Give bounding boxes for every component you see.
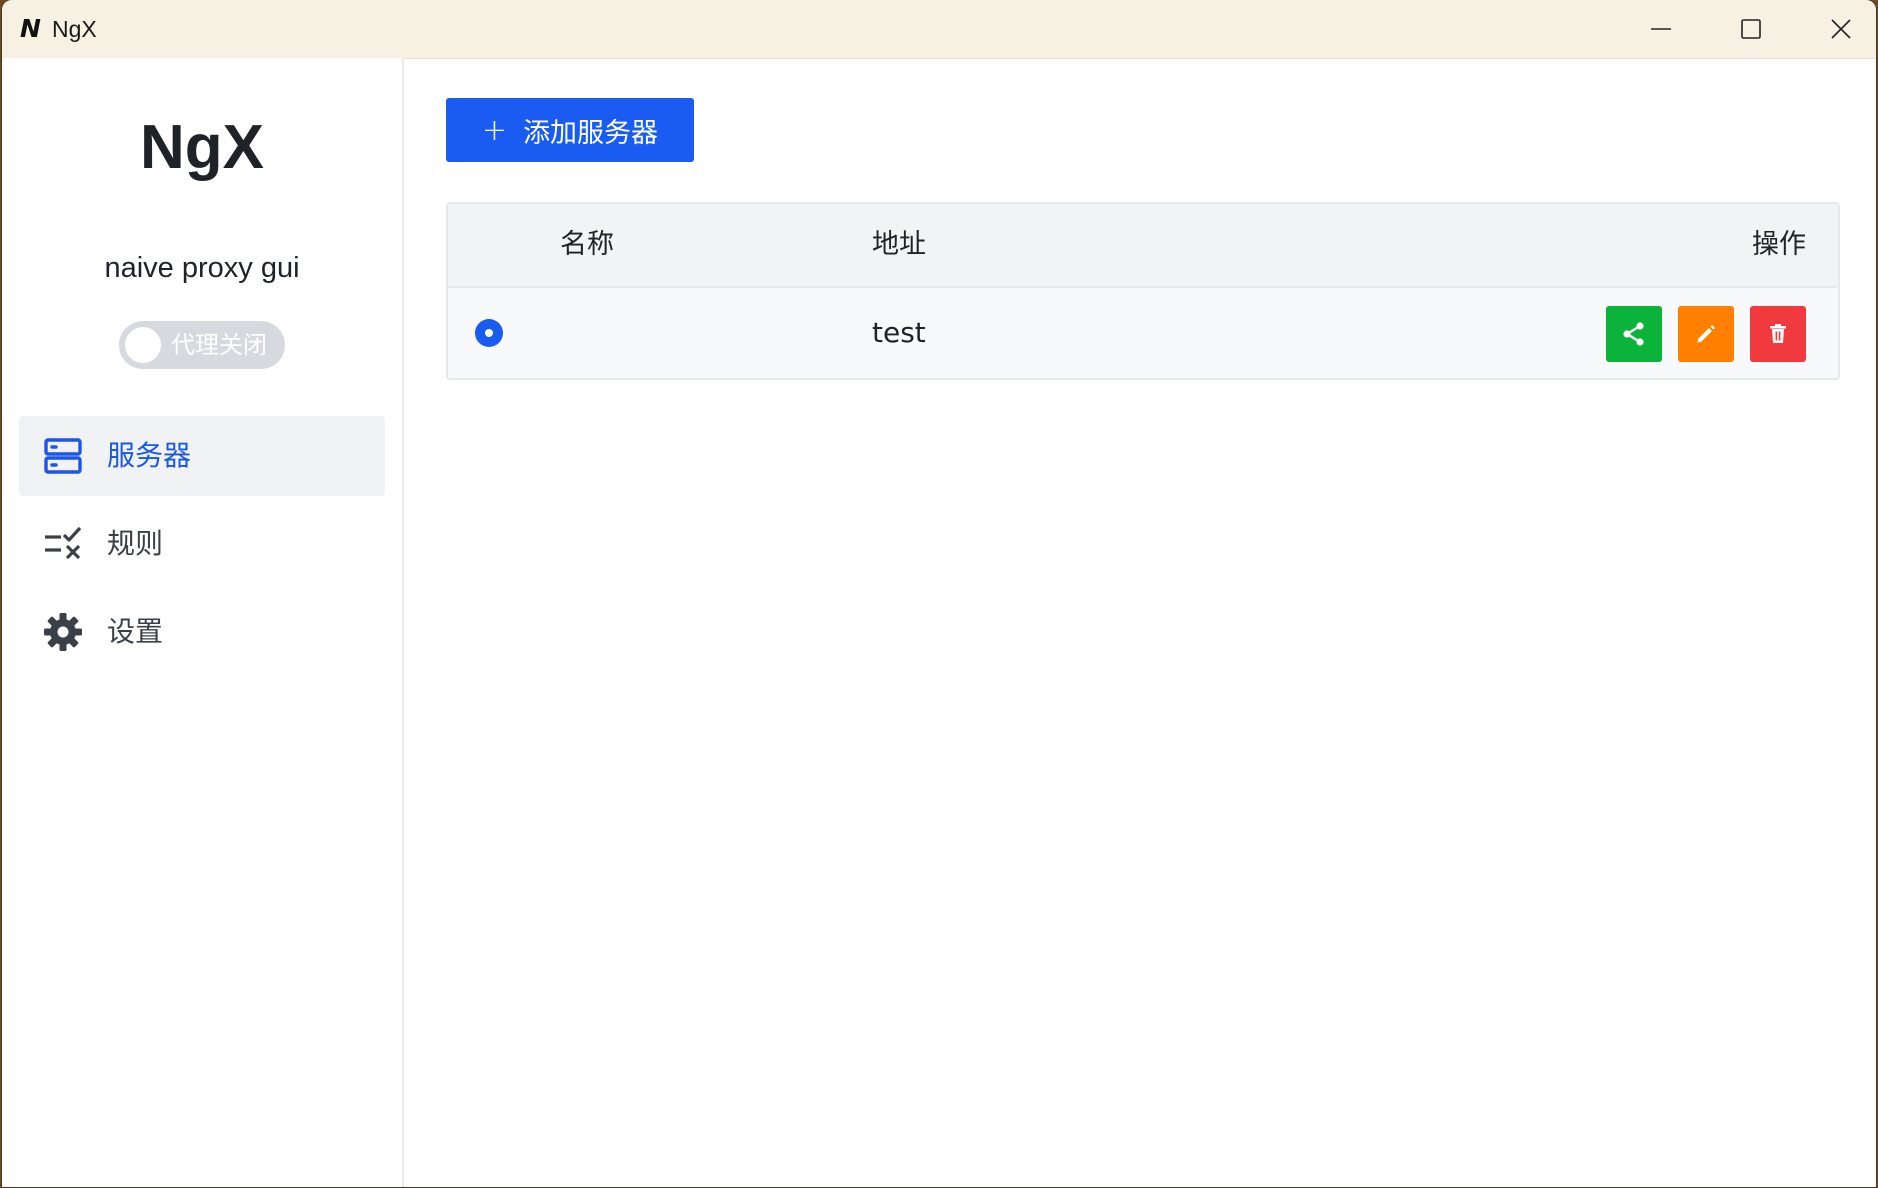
- gear-icon: [44, 613, 82, 651]
- trash-icon: [1770, 324, 1786, 343]
- table-row[interactable]: test: [448, 288, 1838, 378]
- maximize-button[interactable]: [1706, 0, 1796, 58]
- column-header-address: 地址: [872, 229, 926, 260]
- app-subtitle: naive proxy gui: [104, 252, 300, 284]
- app-logo-icon: N: [20, 14, 41, 43]
- table-header: 名称 地址 操作: [448, 204, 1838, 288]
- plus-icon: +: [481, 112, 508, 148]
- server-table: 名称 地址 操作 test: [446, 202, 1840, 380]
- edit-icon: [1697, 325, 1715, 343]
- title-bar: N NgX: [2, 0, 1876, 59]
- minimize-icon: [1651, 28, 1671, 30]
- proxy-toggle[interactable]: 代理关闭: [119, 321, 285, 369]
- sidebar: NgX naive proxy gui 代理关闭 服务器 规则 设置: [2, 58, 404, 1187]
- column-header-actions: 操作: [1752, 229, 1806, 260]
- maximize-icon: [1741, 19, 1761, 39]
- server-select-radio[interactable]: [475, 319, 503, 347]
- close-icon: [1831, 19, 1851, 39]
- proxy-toggle-label: 代理关闭: [171, 331, 267, 359]
- minimize-button[interactable]: [1616, 0, 1706, 58]
- add-server-button[interactable]: + 添加服务器: [446, 98, 694, 162]
- share-icon: [1623, 322, 1644, 346]
- close-button[interactable]: [1796, 0, 1876, 58]
- rules-icon: [45, 526, 82, 560]
- sidebar-item-label: 规则: [107, 527, 164, 560]
- column-header-name: 名称: [560, 229, 614, 260]
- app-window: N NgX NgX naive proxy gui 代理关闭 服务器 规则 设置…: [2, 0, 1876, 1187]
- edit-button[interactable]: [1678, 306, 1734, 362]
- sidebar-item-servers[interactable]: 服务器: [19, 416, 385, 496]
- sidebar-item-rules[interactable]: 规则: [19, 504, 385, 584]
- server-icon: [44, 438, 82, 474]
- toggle-knob: [125, 327, 161, 363]
- sidebar-item-settings[interactable]: 设置: [19, 592, 385, 672]
- sidebar-item-label: 设置: [107, 615, 164, 648]
- delete-button[interactable]: [1750, 306, 1806, 362]
- sidebar-logo: NgX: [140, 113, 264, 182]
- server-address: test: [872, 316, 926, 349]
- sidebar-item-label: 服务器: [107, 439, 192, 472]
- window-title: NgX: [52, 16, 97, 42]
- add-server-label: 添加服务器: [523, 117, 659, 149]
- share-button[interactable]: [1606, 306, 1662, 362]
- main-content: + 添加服务器 名称 地址 操作 test: [404, 58, 1876, 1187]
